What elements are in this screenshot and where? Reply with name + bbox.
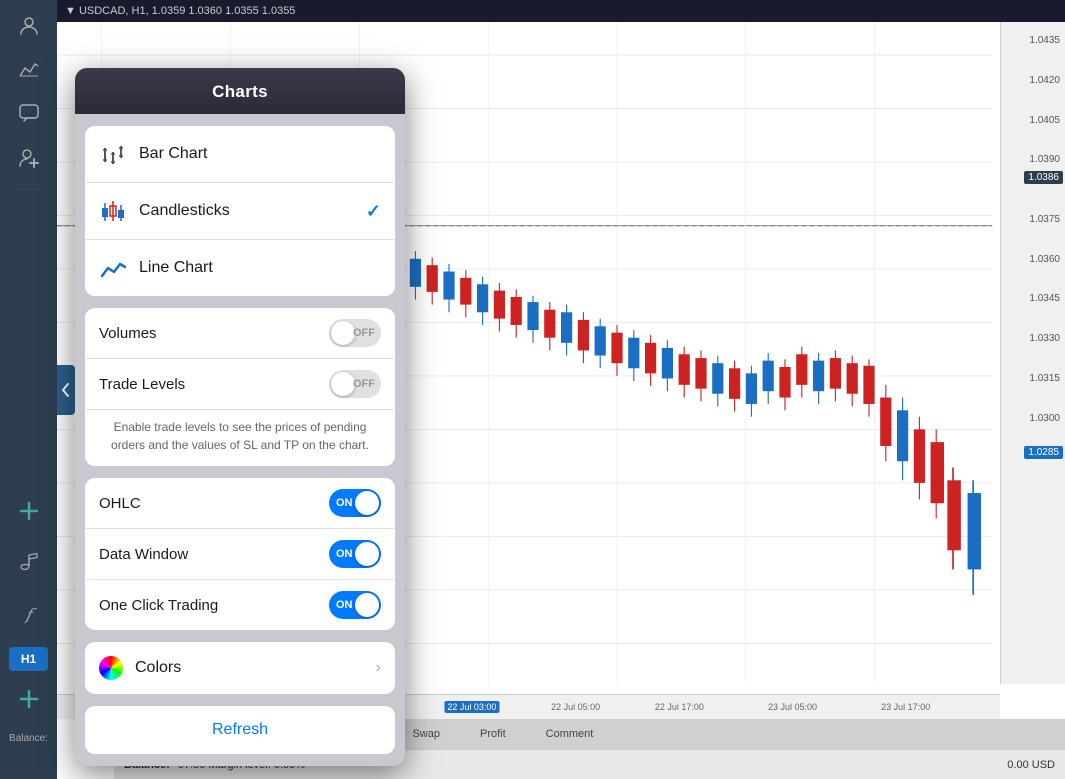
time-4: 22 Jul 03:00 — [444, 701, 499, 713]
time-6: 22 Jul 17:00 — [655, 702, 704, 712]
chart-header: ▼ USDCAD, H1, 1.0359 1.0360 1.0355 1.035… — [57, 0, 1065, 22]
data-window-label: Data Window — [99, 546, 329, 563]
add-icon[interactable] — [9, 491, 49, 531]
data-window-toggle[interactable]: ON — [329, 540, 381, 568]
price-6: 1.0360 — [1029, 254, 1060, 265]
left-sidebar: 𝑓 H1 Balance: — [0, 0, 57, 779]
colors-label: Colors — [135, 659, 376, 677]
refresh-button[interactable]: Refresh — [85, 706, 395, 754]
price-9: 1.0315 — [1029, 373, 1060, 384]
toggles-section-1: Volumes OFF Trade Levels OFF Enable trad… — [85, 308, 395, 466]
one-click-toggle[interactable]: ON — [329, 591, 381, 619]
add-bottom-icon[interactable] — [9, 679, 49, 719]
trade-levels-label: Trade Levels — [99, 376, 329, 393]
line-chart-label: Line Chart — [139, 259, 213, 277]
profile-icon[interactable] — [9, 5, 49, 45]
chart-type-options: Bar Chart Candlesticks — [85, 126, 395, 296]
time-5: 22 Jul 05:00 — [551, 702, 600, 712]
price-4: 1.0390 — [1029, 154, 1060, 165]
chevron-right-icon: › — [376, 659, 381, 677]
price-1: 1.0435 — [1029, 35, 1060, 46]
modal-title: Charts — [75, 68, 405, 114]
candlesticks-label: Candlesticks — [139, 202, 230, 220]
time-8: 23 Jul 17:00 — [881, 702, 930, 712]
trade-levels-knob — [331, 372, 355, 396]
price-8: 1.0330 — [1029, 333, 1060, 344]
bar-chart-option[interactable]: Bar Chart — [85, 126, 395, 183]
chat-icon[interactable] — [9, 93, 49, 133]
col-swap: Swap — [412, 728, 440, 740]
color-wheel-icon — [99, 656, 123, 680]
add-account-icon[interactable] — [9, 137, 49, 177]
function-icon[interactable]: 𝑓 — [9, 595, 49, 635]
bar-chart-label: Bar Chart — [139, 145, 207, 163]
volumes-knob — [331, 321, 355, 345]
trade-levels-info: Enable trade levels to see the prices of… — [85, 410, 395, 466]
one-click-knob — [355, 593, 379, 617]
candlesticks-option[interactable]: Candlesticks ✓ — [85, 183, 395, 240]
profit-info: 0.00 USD — [1007, 759, 1055, 771]
trade-levels-toggle[interactable]: OFF — [329, 370, 381, 398]
data-window-knob — [355, 542, 379, 566]
col-profit: Profit — [480, 728, 506, 740]
price-10: 1.0300 — [1029, 413, 1060, 424]
price-current: 1.0386 — [1024, 171, 1063, 184]
col-comment: Comment — [546, 728, 594, 740]
trade-levels-toggle-label: OFF — [353, 378, 375, 390]
ohlc-label: OHLC — [99, 495, 329, 512]
ohlc-toggle-label: ON — [336, 497, 353, 509]
music-icon[interactable] — [9, 543, 49, 583]
order-label: Balance: — [9, 733, 48, 744]
check-mark: ✓ — [366, 201, 381, 222]
toggles-section-2: OHLC ON Data Window ON One Cli — [85, 478, 395, 630]
volumes-toggle-label: OFF — [353, 327, 375, 339]
data-window-toggle-label: ON — [336, 548, 353, 560]
charts-modal: Charts — [75, 68, 405, 766]
price-low: 1.0285 — [1024, 446, 1063, 459]
chart-icon[interactable] — [9, 49, 49, 89]
line-chart-option[interactable]: Line Chart — [85, 240, 395, 296]
candlestick-icon — [99, 197, 127, 225]
one-click-trading-row: One Click Trading ON — [85, 580, 395, 630]
data-window-row: Data Window ON — [85, 529, 395, 580]
timeframe-button[interactable]: H1 — [15, 648, 42, 670]
sidebar-divider — [14, 189, 44, 190]
one-click-toggle-label: ON — [336, 599, 353, 611]
ohlc-toggle[interactable]: ON — [329, 489, 381, 517]
collapse-arrow[interactable] — [57, 365, 75, 415]
colors-section: Colors › — [85, 642, 395, 694]
price-axis: 1.0435 1.0420 1.0405 1.0390 1.0386 1.037… — [1000, 22, 1065, 684]
time-7: 23 Jul 05:00 — [768, 702, 817, 712]
price-2: 1.0420 — [1029, 75, 1060, 86]
ohlc-row: OHLC ON — [85, 478, 395, 529]
one-click-trading-label: One Click Trading — [99, 597, 329, 614]
volumes-row: Volumes OFF — [85, 308, 395, 359]
volumes-toggle[interactable]: OFF — [329, 319, 381, 347]
price-3: 1.0405 — [1029, 115, 1060, 126]
trade-levels-row: Trade Levels OFF — [85, 359, 395, 410]
volumes-label: Volumes — [99, 325, 329, 342]
chart-symbol: ▼ USDCAD, H1, 1.0359 1.0360 1.0355 1.035… — [65, 5, 295, 17]
bar-chart-icon — [99, 140, 127, 168]
colors-row[interactable]: Colors › — [85, 642, 395, 694]
ohlc-knob — [355, 491, 379, 515]
price-7: 1.0345 — [1029, 293, 1060, 304]
line-chart-icon — [99, 254, 127, 282]
modal-body: Bar Chart Candlesticks — [75, 114, 405, 766]
price-5: 1.0375 — [1029, 214, 1060, 225]
